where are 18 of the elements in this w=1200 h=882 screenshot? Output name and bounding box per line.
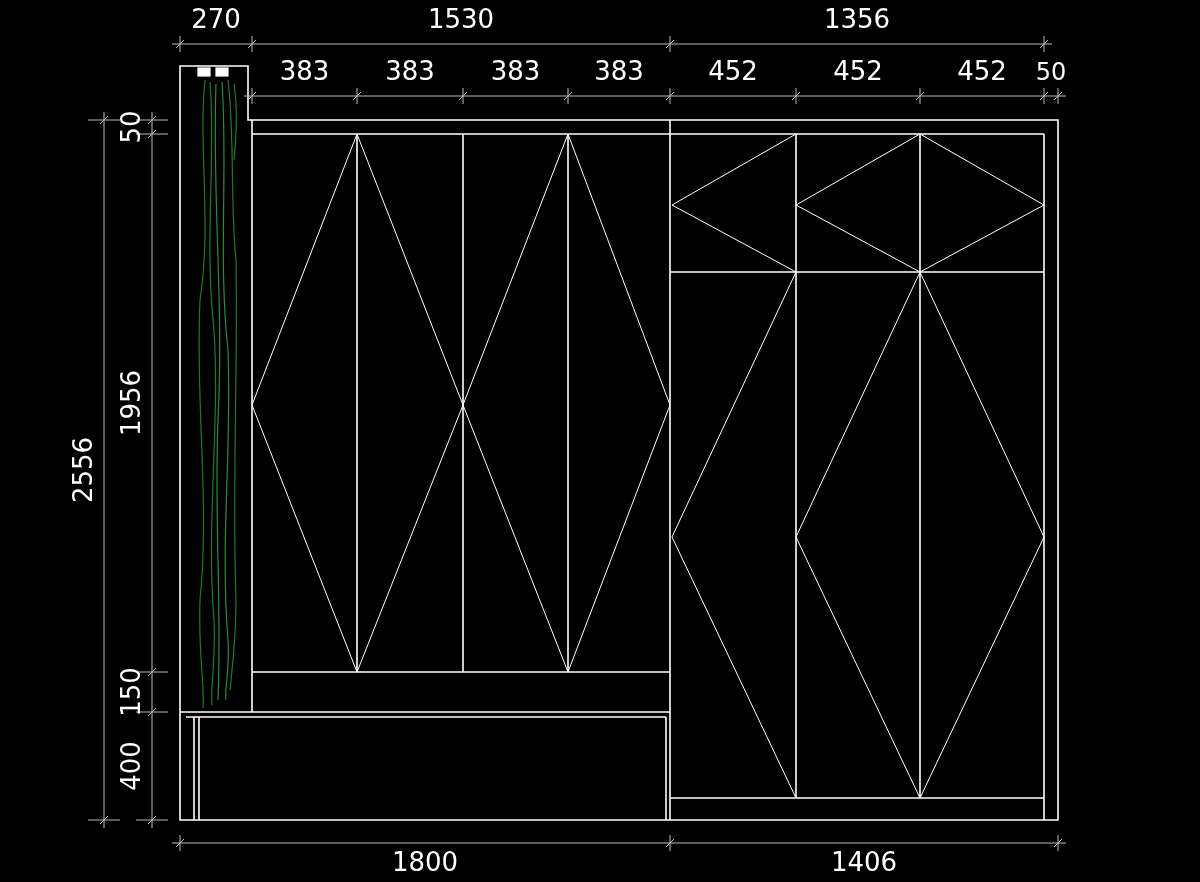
dimension-label: 383: [385, 56, 435, 86]
dimension-label: 1800: [391, 847, 459, 877]
dimension-label: 50: [116, 110, 146, 144]
dimension-label: 383: [279, 56, 330, 86]
dimension-label: 452: [708, 56, 758, 86]
dimension-label: 383: [594, 56, 644, 86]
dimension-label: 2556: [68, 436, 98, 504]
dimension-label: 1956: [116, 369, 146, 437]
dimension-label: 1530: [427, 4, 495, 34]
dimension-label: 1356: [823, 4, 891, 34]
dimension-label: 400: [116, 741, 146, 791]
dimension-label: 452: [957, 56, 1007, 86]
dimension-label: 383: [490, 56, 541, 86]
dimension-label: 50: [1035, 58, 1067, 86]
dimension-label: 270: [191, 4, 241, 34]
dimension-label: 1406: [830, 847, 898, 877]
dimension-label: 452: [833, 56, 883, 86]
dimension-label: 150: [116, 667, 146, 717]
